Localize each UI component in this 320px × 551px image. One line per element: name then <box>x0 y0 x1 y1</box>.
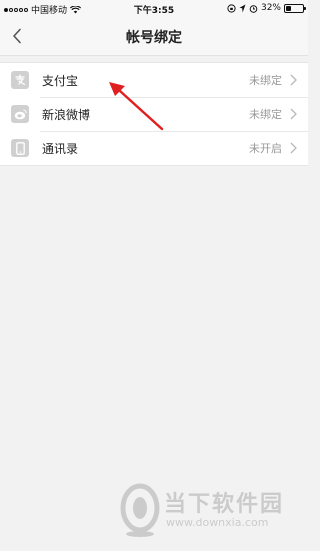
page-title: 帐号绑定 <box>126 30 182 46</box>
list-item-weibo[interactable]: 新浪微博 未绑定 <box>0 97 308 131</box>
chevron-right-icon <box>290 74 298 86</box>
location-icon <box>239 4 246 12</box>
rotation-lock-icon <box>227 3 236 13</box>
alarm-icon <box>249 4 258 13</box>
watermark-url: www.downxia.com <box>166 516 269 529</box>
binding-status: 未开启 <box>249 142 282 155</box>
weibo-icon <box>11 105 29 123</box>
battery-icon <box>284 3 306 13</box>
navigation-bar: 帐号绑定 <box>0 16 308 56</box>
list-item-contacts[interactable]: 通讯录 未开启 <box>0 131 308 165</box>
status-right: 32% <box>227 3 306 13</box>
watermark: 当下软件园 www.downxia.com <box>118 482 298 542</box>
battery-percent: 32% <box>260 3 281 13</box>
battery-level <box>286 5 292 11</box>
account-binding-list: 支付宝 未绑定 新浪微博 未绑定 通讯录 未开启 <box>0 62 308 166</box>
chevron-right-icon <box>290 142 298 154</box>
binding-status: 未绑定 <box>249 74 282 87</box>
watermark-brand: 当下软件园 <box>164 492 285 517</box>
list-item-alipay[interactable]: 支付宝 未绑定 <box>0 63 308 97</box>
chevron-right-icon <box>290 108 298 120</box>
account-label: 支付宝 <box>42 73 79 88</box>
binding-status: 未绑定 <box>249 108 282 121</box>
account-label: 通讯录 <box>42 141 79 156</box>
watermark-logo-icon <box>120 483 160 537</box>
alipay-icon <box>11 71 29 89</box>
status-bar: 中国移动 下午3:55 32% <box>0 0 308 16</box>
contacts-icon <box>11 139 29 157</box>
account-label: 新浪微博 <box>42 107 91 122</box>
